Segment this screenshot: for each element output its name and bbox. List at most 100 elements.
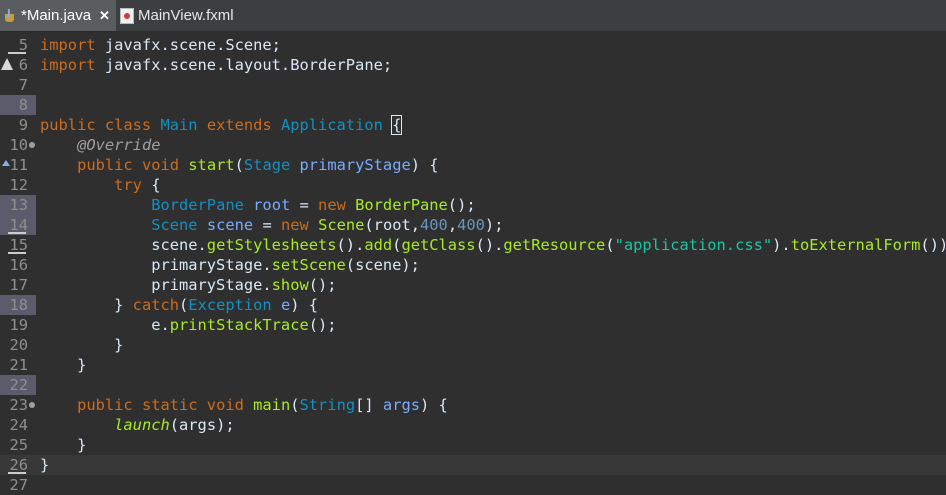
code-line[interactable]: 25 } [0, 435, 946, 455]
code-token: scene [206, 216, 254, 234]
fold-toggle-icon[interactable] [29, 142, 35, 148]
close-icon[interactable]: ✕ [99, 8, 110, 24]
code-token: args [382, 396, 420, 414]
code-token: } [40, 356, 87, 374]
code-line[interactable]: 19 e.printStackTrace(); [0, 315, 946, 335]
code-text: import javafx.scene.layout.BorderPane; [40, 55, 392, 75]
editor-tab-bar: J *Main.java ✕ MainView.fxml [0, 0, 946, 32]
code-token: } [40, 436, 87, 454]
line-number: 7 [18, 76, 28, 94]
code-token: getClass [401, 236, 476, 254]
code-token: ()); [920, 236, 946, 254]
code-line[interactable]: 5 import javafx.scene.Scene; [0, 35, 946, 55]
tab-mainview-fxml[interactable]: MainView.fxml [118, 0, 258, 31]
code-line[interactable]: 12 try { [0, 175, 946, 195]
code-token: "application.css" [614, 236, 773, 254]
code-line[interactable]: 11 public void start(Stage primaryStage)… [0, 155, 946, 175]
code-token: ) { [420, 396, 448, 414]
code-token: e. [40, 316, 170, 334]
code-token: { [141, 176, 161, 194]
code-text: } [40, 335, 123, 355]
code-line[interactable]: 26} [0, 455, 946, 475]
code-token: printStackTrace [169, 316, 309, 334]
code-line[interactable]: 6 import javafx.scene.layout.BorderPane; [0, 55, 946, 75]
code-token: Scene [151, 216, 198, 234]
code-token: 400 [457, 216, 485, 234]
code-token: { [391, 115, 403, 135]
code-line[interactable]: 7 [0, 75, 946, 95]
code-token: root [253, 196, 291, 214]
code-token: [] [355, 396, 383, 414]
code-token: (). [336, 236, 365, 254]
code-token: ( [179, 296, 189, 314]
code-line[interactable]: 24 launch(args); [0, 415, 946, 435]
code-token: Scene [318, 216, 365, 234]
code-line[interactable]: 18 } catch(Exception e) { [0, 295, 946, 315]
code-line[interactable]: 21 } [0, 355, 946, 375]
code-line[interactable]: 27 [0, 475, 946, 495]
code-token: setScene [271, 256, 346, 274]
code-token: getResource [503, 236, 606, 254]
code-token: BorderPane [355, 196, 448, 214]
code-token: (scene); [345, 256, 420, 274]
code-line[interactable]: 14 Scene scene = new Scene(root,400,400)… [0, 215, 946, 235]
code-text: import javafx.scene.Scene; [40, 35, 281, 55]
code-line[interactable]: 10 @Override [0, 135, 946, 155]
code-token: (args); [169, 416, 235, 434]
code-token: ( [605, 236, 615, 254]
code-text: } [40, 455, 49, 475]
code-line[interactable]: 8 [0, 95, 946, 115]
code-line[interactable]: 23 public static void main(String[] args… [0, 395, 946, 415]
line-number: 5 [0, 35, 36, 55]
code-line[interactable]: 15 scene.getStylesheets().add(getClass()… [0, 235, 946, 255]
tab-label: *Main.java [21, 7, 92, 24]
code-line[interactable]: 22 [0, 375, 946, 395]
code-line[interactable]: 17 primaryStage.show(); [0, 275, 946, 295]
code-text: } [40, 355, 86, 375]
code-token: (). [475, 236, 504, 254]
code-token: primaryStage. [40, 256, 272, 274]
code-editor[interactable]: 5 import javafx.scene.Scene; 6 import javaf… [0, 32, 946, 494]
line-number: 13 [0, 195, 36, 215]
code-token: BorderPane [151, 196, 244, 214]
code-text: launch(args); [40, 415, 235, 435]
code-token: toExternalForm [790, 236, 921, 254]
code-line[interactable]: 13 BorderPane root = new BorderPane(); [0, 195, 946, 215]
code-token: javafx.scene.layout.BorderPane; [95, 56, 393, 74]
code-line[interactable]: 9 public class Main extends Application { [0, 115, 946, 135]
code-text: public void start(Stage primaryStage) { [40, 155, 439, 175]
code-token: primaryStage [299, 156, 411, 174]
line-number: 12 [9, 176, 28, 194]
code-text: BorderPane root = new BorderPane(); [40, 195, 475, 215]
code-text: public class Main extends Application { [40, 115, 403, 135]
line-number: 20 [9, 336, 28, 354]
java-file-icon: J [3, 8, 17, 24]
code-token: e [280, 296, 291, 314]
code-token: String [299, 396, 356, 414]
code-line[interactable]: 20 } [0, 335, 946, 355]
line-number: 27 [9, 476, 28, 494]
line-number: 21 [9, 356, 28, 374]
line-number: 8 [0, 95, 36, 115]
code-token: } [40, 456, 50, 474]
code-token: Main [160, 116, 198, 134]
code-token: scene. [40, 236, 207, 254]
code-token: ) { [290, 296, 319, 314]
fold-toggle-icon[interactable] [29, 402, 35, 408]
line-number: 22 [0, 375, 36, 395]
line-number: 26 [0, 455, 36, 475]
tab-main-java[interactable]: J *Main.java ✕ [0, 0, 116, 31]
code-token: Stage [243, 156, 291, 174]
code-token: extends [197, 116, 281, 134]
code-token: ) { [410, 156, 439, 174]
code-line[interactable]: 16 primaryStage.setScene(scene); [0, 255, 946, 275]
code-token: show [271, 276, 309, 294]
code-text: try { [40, 175, 161, 195]
code-token: public static void [77, 396, 254, 414]
